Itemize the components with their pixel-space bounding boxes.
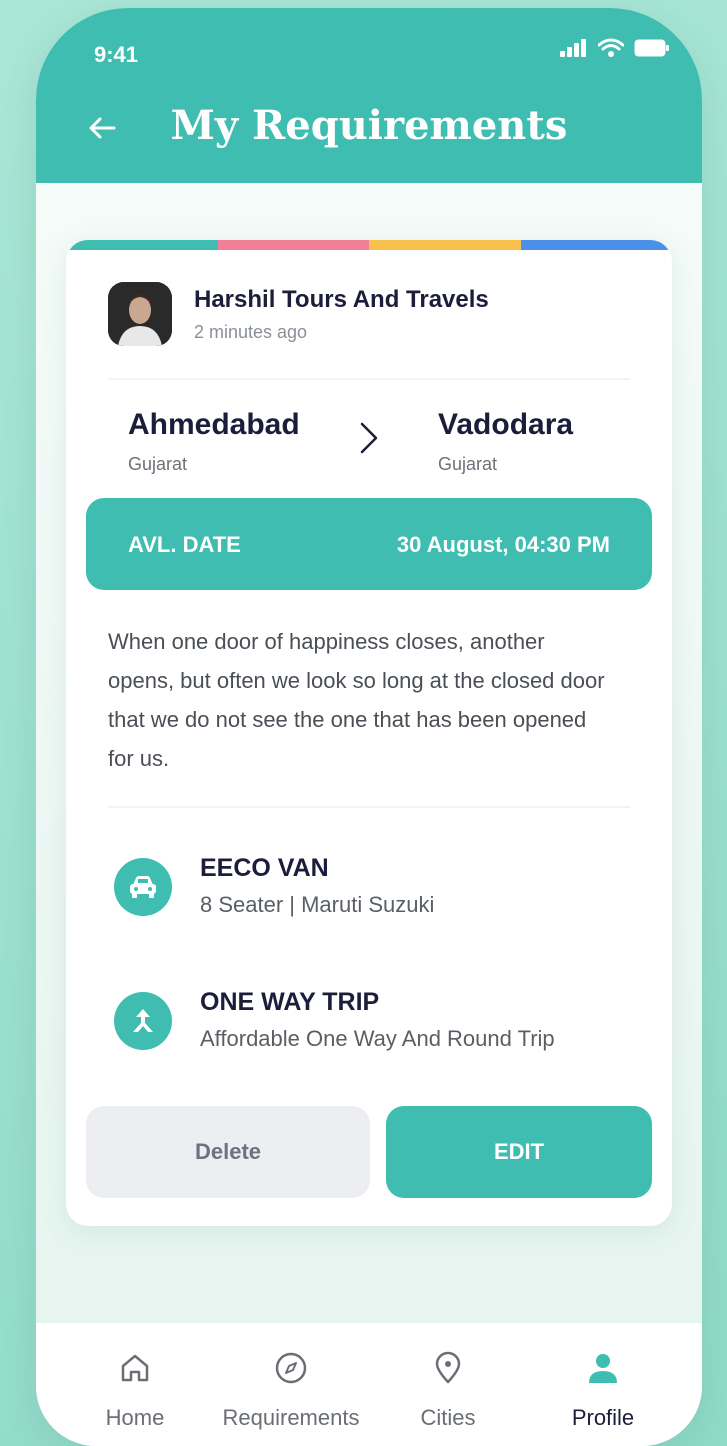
date-value: 30 August, 04:30 PM bbox=[396, 532, 610, 557]
phone-frame: 9:41 My Requirements Harshil Tours And T… bbox=[36, 8, 702, 1446]
signal-icon bbox=[560, 39, 586, 57]
availability-date-bar: AVL. DATE 30 August, 04:30 PM bbox=[86, 498, 652, 590]
chevron-right-icon bbox=[360, 422, 378, 454]
posted-time: 2 minutes ago bbox=[194, 322, 308, 342]
requirement-card: Harshil Tours And Travels 2 minutes ago … bbox=[66, 240, 672, 1226]
trip-subtitle: Affordable One Way And Round Trip bbox=[200, 1026, 555, 1051]
tab-label: Profile bbox=[571, 1405, 635, 1430]
location-icon bbox=[435, 1351, 461, 1384]
delete-button[interactable]: Delete bbox=[86, 1106, 370, 1198]
wifi-icon bbox=[598, 38, 624, 57]
app-header: 9:41 My Requirements bbox=[36, 8, 702, 183]
one-way-icon bbox=[114, 992, 172, 1050]
page-title: My Requirements bbox=[170, 102, 568, 149]
avatar bbox=[108, 282, 172, 346]
card-color-stripe bbox=[66, 240, 672, 250]
date-label: AVL. DATE bbox=[128, 532, 241, 557]
car-icon bbox=[114, 858, 172, 916]
compass-icon bbox=[275, 1352, 307, 1384]
vehicle-subtitle: 8 Seater | Maruti Suzuki bbox=[200, 892, 435, 917]
edit-button[interactable]: EDIT bbox=[386, 1106, 652, 1198]
divider bbox=[108, 806, 630, 808]
from-city: Ahmedabad bbox=[128, 408, 300, 441]
battery-icon bbox=[634, 39, 669, 57]
home-icon bbox=[121, 1354, 149, 1382]
to-state: Gujarat bbox=[438, 454, 498, 474]
vehicle-title: EECO VAN bbox=[200, 854, 329, 882]
tab-label: Home bbox=[105, 1405, 165, 1430]
tab-label: Requirements bbox=[222, 1405, 360, 1430]
company-name: Harshil Tours And Travels bbox=[194, 286, 489, 313]
status-time: 9:41 bbox=[94, 42, 139, 67]
bottom-tab-bar: Home Requirements Cities Profile bbox=[36, 1323, 702, 1446]
trip-title: ONE WAY TRIP bbox=[200, 988, 380, 1016]
to-city: Vadodara bbox=[438, 408, 574, 441]
tab-label: Cities bbox=[420, 1405, 476, 1430]
divider bbox=[108, 378, 630, 380]
description: When one door of happiness closes, anoth… bbox=[108, 629, 605, 771]
profile-icon bbox=[589, 1354, 617, 1383]
from-state: Gujarat bbox=[128, 454, 188, 474]
status-icons bbox=[560, 38, 670, 58]
